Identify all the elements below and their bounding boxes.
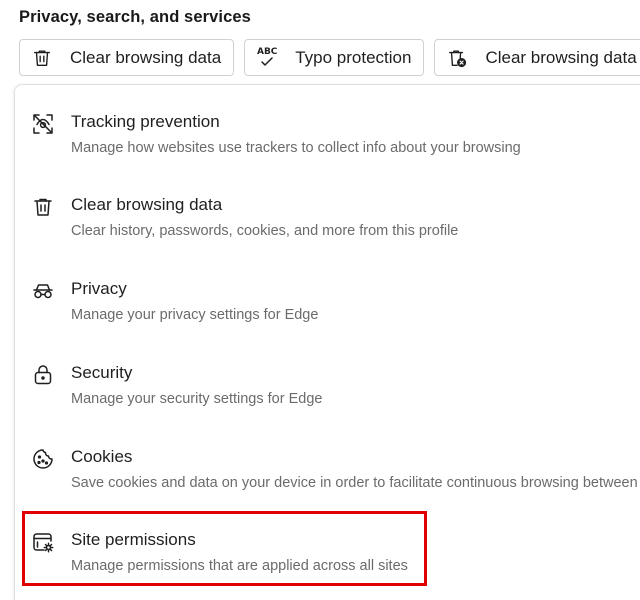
settings-item-description: Manage your security settings for Edge <box>71 391 323 407</box>
quick-clear-browsing-data-label-2: Clear browsing data <box>485 47 637 67</box>
settings-item-description: Manage your privacy settings for Edge <box>71 307 319 323</box>
cookie-icon <box>31 447 55 471</box>
settings-item-title: Privacy <box>71 279 127 298</box>
settings-item-cookies[interactable]: Cookies Save cookies and data on your de… <box>15 447 640 531</box>
quick-typo-protection-label: Typo protection <box>295 47 412 67</box>
quick-clear-browsing-data-button[interactable]: Clear browsing data <box>19 39 235 76</box>
trash-icon <box>31 195 55 219</box>
settings-item-title: Cookies <box>71 447 133 466</box>
quick-actions-row: Clear browsing data ABC Typo protection <box>19 39 640 76</box>
settings-item-description: Clear history, passwords, cookies, and m… <box>71 223 459 239</box>
settings-item-privacy[interactable]: Privacy Manage your privacy settings for… <box>15 279 640 363</box>
trash-clear-icon <box>445 46 469 70</box>
settings-item-title: Tracking prevention <box>71 112 220 131</box>
site-permissions-icon <box>31 530 55 554</box>
abc-icon-text: ABC <box>256 47 278 57</box>
settings-page: Privacy, search, and services Clear brow… <box>0 0 640 600</box>
trash-icon <box>30 46 54 70</box>
settings-item-description: Manage how websites use trackers to coll… <box>71 140 521 156</box>
tracking-prevention-icon <box>31 112 55 136</box>
glasses-icon <box>31 279 55 303</box>
quick-typo-protection-button[interactable]: ABC Typo protection <box>244 39 425 76</box>
section-title: Privacy, search, and services <box>19 8 251 26</box>
settings-item-title: Security <box>71 363 133 382</box>
settings-item-site-permissions[interactable]: Site permissions Manage permissions that… <box>15 530 640 600</box>
settings-item-description: Manage permissions that are applied acro… <box>71 558 408 574</box>
settings-item-security[interactable]: Security Manage your security settings f… <box>15 363 640 447</box>
abc-check-icon: ABC <box>255 46 279 70</box>
quick-clear-browsing-data-label: Clear browsing data <box>70 47 222 67</box>
settings-item-tracking-prevention[interactable]: Tracking prevention Manage how websites … <box>15 112 640 196</box>
quick-clear-browsing-data-button-2[interactable]: Clear browsing data <box>434 39 640 76</box>
settings-item-clear-browsing-data[interactable]: Clear browsing data Clear history, passw… <box>15 195 640 279</box>
settings-item-description: Save cookies and data on your device in … <box>71 475 640 491</box>
lock-icon <box>31 363 55 387</box>
settings-item-title: Site permissions <box>71 530 196 549</box>
settings-item-title: Clear browsing data <box>71 195 223 214</box>
settings-list-card: Tracking prevention Manage how websites … <box>14 84 640 600</box>
